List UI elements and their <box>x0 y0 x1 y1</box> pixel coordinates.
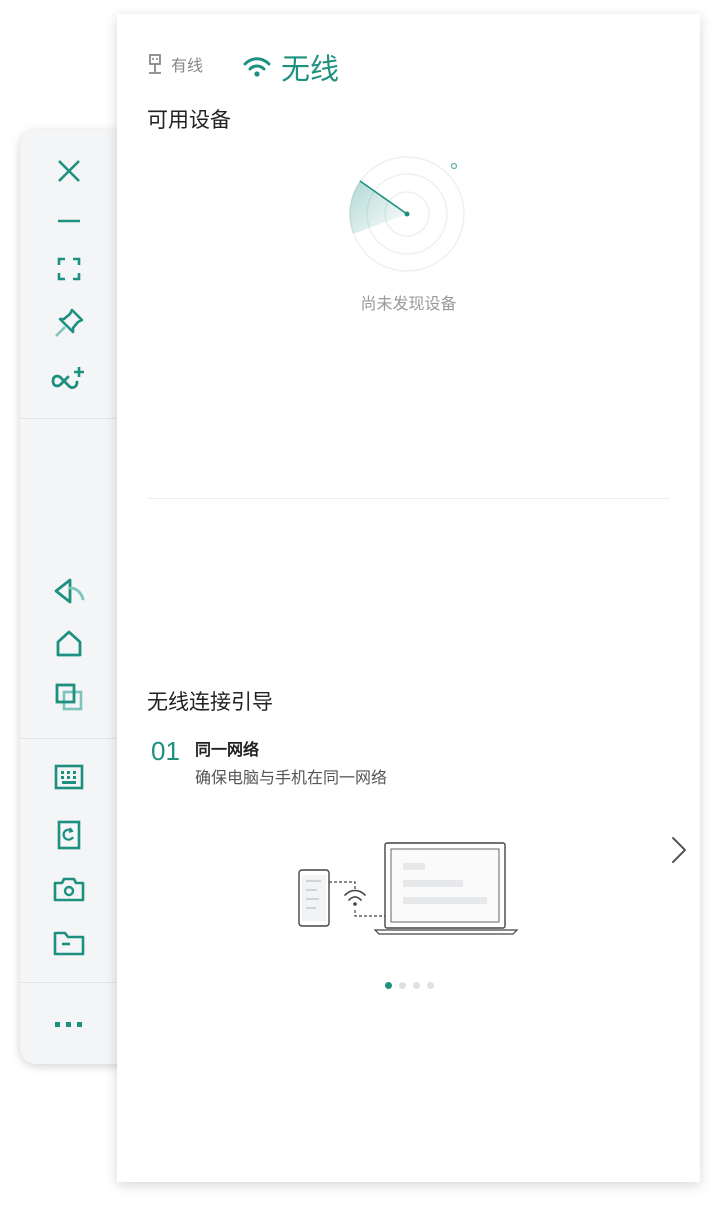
tab-wireless[interactable]: 无线 <box>243 46 339 88</box>
folder-icon <box>53 931 85 956</box>
guide-step-title: 同一网络 <box>195 740 260 759</box>
screenshot-icon <box>53 877 85 902</box>
toolbar-separator <box>20 982 117 983</box>
screen-rotate-icon <box>57 820 81 850</box>
pin-button[interactable] <box>48 302 90 344</box>
fullscreen-icon <box>57 257 81 281</box>
multi-connect-button[interactable] <box>48 356 90 398</box>
screenshot-button[interactable] <box>48 868 90 910</box>
infinity-add-icon <box>51 367 84 389</box>
toolbar-separator <box>20 418 117 419</box>
pagination-dot[interactable] <box>427 982 434 989</box>
back-button[interactable] <box>48 570 90 612</box>
home-icon <box>56 630 82 657</box>
keyboard-button[interactable] <box>48 756 90 798</box>
pin-icon <box>55 308 84 337</box>
multitask-icon <box>55 683 83 711</box>
screen-rotate-button[interactable] <box>48 814 90 856</box>
tab-wired-label: 有线 <box>171 56 204 75</box>
keyboard-icon <box>54 764 84 790</box>
back-icon <box>54 578 85 604</box>
section-divider <box>147 498 670 499</box>
no-devices-message: 尚未发现设备 <box>360 294 457 313</box>
next-step-arrow-icon[interactable] <box>665 832 693 868</box>
pagination-dot[interactable] <box>413 982 420 989</box>
fullscreen-button[interactable] <box>48 248 90 290</box>
wifi-icon <box>243 57 271 77</box>
usb-plug-icon <box>149 54 161 74</box>
same-network-illustration <box>298 842 519 935</box>
more-icon <box>55 1022 82 1027</box>
guide-pagination <box>385 982 434 989</box>
wireless-guide-title: 无线连接引导 <box>147 690 273 714</box>
toolbar-separator <box>20 738 117 739</box>
minimize-button[interactable] <box>48 200 90 242</box>
guide-step-number: 01 <box>151 736 180 766</box>
pagination-dot[interactable] <box>385 982 392 989</box>
home-button[interactable] <box>48 622 90 664</box>
connection-panel: 有线 无线 可用设备 尚未发现设备 无线连接引导 01 同一网络 确保电脑与手机… <box>117 14 700 1182</box>
pagination-dot[interactable] <box>399 982 406 989</box>
close-button[interactable] <box>48 150 90 192</box>
available-devices-title: 可用设备 <box>147 108 231 132</box>
folder-button[interactable] <box>48 922 90 964</box>
radar-scan-icon <box>349 156 465 272</box>
tab-wireless-label: 无线 <box>281 52 340 86</box>
close-icon <box>58 160 80 182</box>
guide-step-description: 确保电脑与手机在同一网络 <box>195 768 388 787</box>
tab-wired[interactable]: 有线 <box>147 52 203 76</box>
minimize-icon <box>58 219 80 223</box>
multitask-button[interactable] <box>48 676 90 718</box>
more-button[interactable] <box>48 1003 90 1045</box>
